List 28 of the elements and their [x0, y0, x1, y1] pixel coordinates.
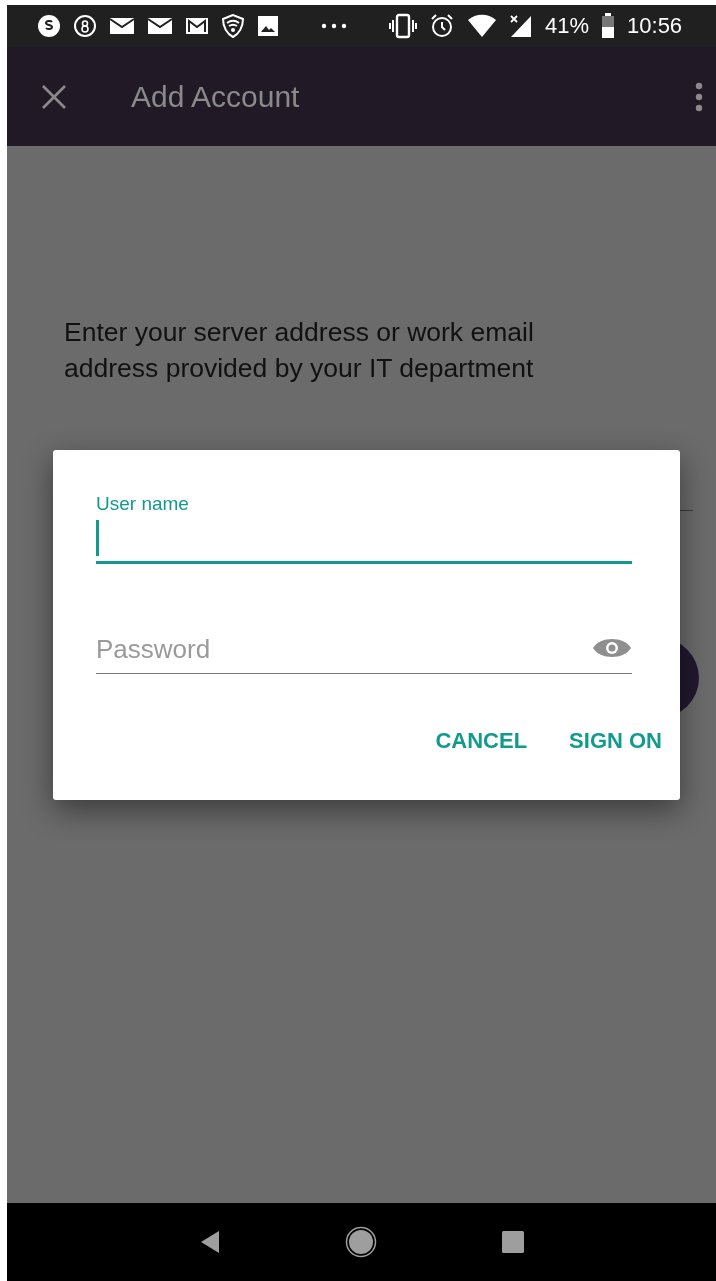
app-bar-title: Add Account [131, 79, 301, 114]
mail-icon [185, 16, 209, 36]
signal-icon [509, 14, 533, 38]
instruction-text: Enter your server address or work email address provided by your IT department [64, 316, 535, 385]
home-button[interactable] [344, 1226, 377, 1258]
dialog-action-button[interactable]: SIGN ON [559, 720, 672, 762]
battery-percentage: 41% [545, 13, 590, 39]
show-password-eye-icon[interactable] [592, 636, 632, 660]
envelope-icon [147, 16, 173, 36]
vibrate-icon [389, 13, 417, 39]
envelope-icon [109, 16, 135, 36]
dialog-action-button[interactable]: CANCEL [425, 720, 538, 762]
alarm-icon [429, 13, 455, 39]
back-button[interactable] [199, 1230, 220, 1254]
text-cursor [96, 520, 99, 556]
circle-s-icon [37, 14, 61, 38]
recent-apps-button[interactable] [501, 1231, 524, 1253]
wifi-icon [467, 14, 497, 38]
ring-icon [73, 14, 97, 38]
battery-icon [601, 13, 616, 39]
shield-wifi-icon [221, 13, 245, 39]
more-options-button[interactable] [694, 81, 704, 112]
password-field[interactable]: Password [96, 626, 632, 674]
clock-time: 10:56 [627, 13, 683, 39]
image-icon [257, 15, 279, 37]
more-dots-icon [321, 23, 347, 29]
close-button[interactable] [41, 83, 67, 110]
field-label: User name [96, 492, 190, 516]
